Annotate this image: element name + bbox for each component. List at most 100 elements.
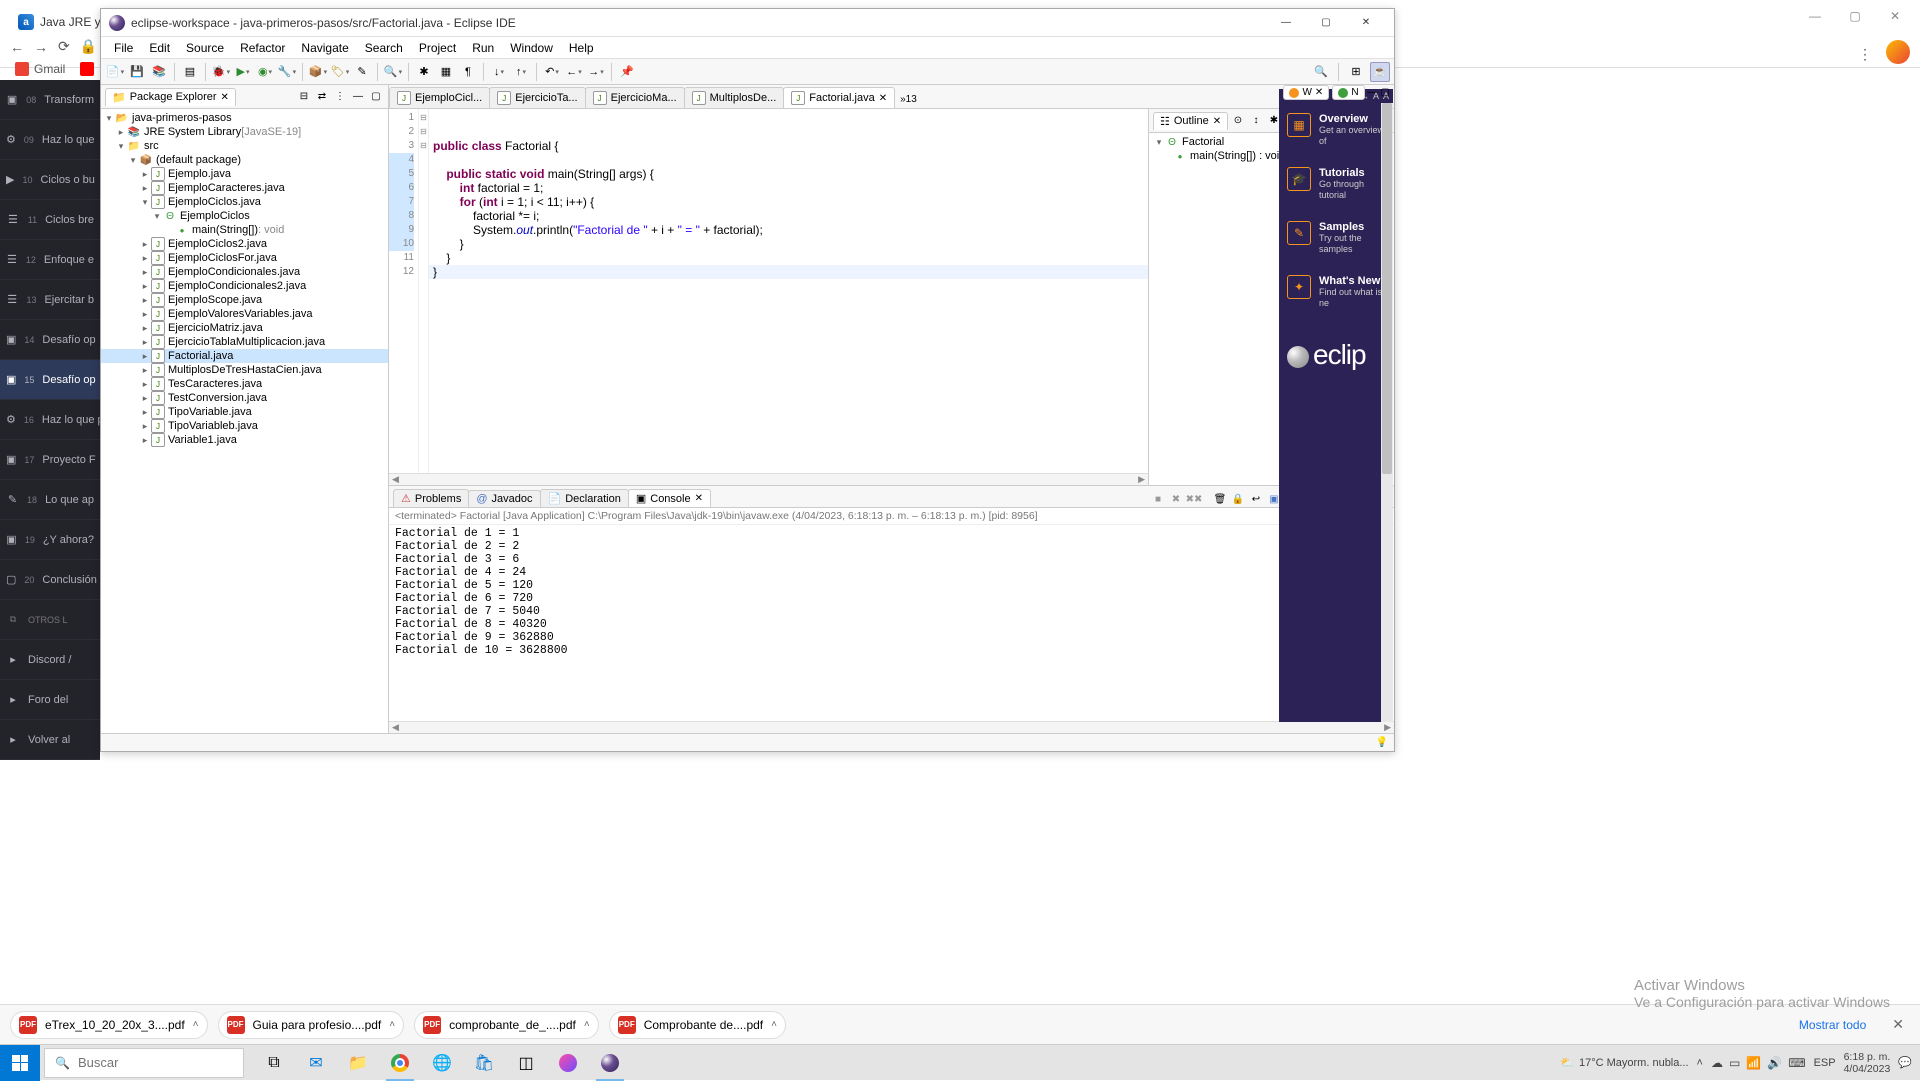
eclipse-close[interactable]: ✕ [1346,11,1386,35]
course-item[interactable]: ▣19¿Y ahora? [0,520,100,560]
ext-tools-button[interactable]: 🔧 [277,62,297,82]
problems-tab[interactable]: ⚠Problems [393,489,469,507]
remove-launch-icon[interactable]: ✖ [1168,491,1184,507]
coverage-button[interactable]: ◉ [255,62,275,82]
tip-icon[interactable]: 💡 [1376,737,1388,748]
run-button[interactable]: ▶ [233,62,253,82]
copilot-icon[interactable] [548,1045,588,1081]
close-icon[interactable]: ✕ [695,493,703,504]
chrome-app-icon[interactable] [380,1045,420,1081]
editor-tab[interactable]: EjercicioMa... [585,87,685,108]
chevron-up-icon[interactable]: ˄ [771,1019,777,1030]
course-item[interactable]: ☰12Enfoque e [0,240,100,280]
tree-node[interactable]: ▸Ejemplo.java [101,167,388,181]
start-button[interactable] [0,1045,40,1081]
sort-icon[interactable]: ↕ [1248,113,1264,129]
browser-minimize[interactable]: — [1795,2,1835,30]
editor-tab[interactable]: EjemploCicl... [389,87,490,108]
new-pkg-button[interactable]: 📦 [308,62,328,82]
powertoys-icon[interactable]: ◫ [506,1045,546,1081]
tree-node[interactable]: ▸TipoVariable.java [101,405,388,419]
course-item[interactable]: ✎18Lo que ap [0,480,100,520]
tree-node[interactable]: ▸EjercicioTablaMultiplicacion.java [101,335,388,349]
chevron-up-icon[interactable]: ˄ [389,1019,395,1030]
tree-node[interactable]: ▸EjemploCondicionales2.java [101,279,388,293]
outline-tab[interactable]: ☷ Outline ✕ [1153,112,1228,130]
maximize-view-icon[interactable]: ▢ [368,89,384,105]
tree-node[interactable]: ▸EjemploCaracteres.java [101,181,388,195]
tree-node[interactable]: ▸TipoVariableb.java [101,419,388,433]
course-item[interactable]: ▣17Proyecto F [0,440,100,480]
show-whitespace[interactable]: ¶ [458,62,478,82]
view-menu-icon[interactable]: ⋮ [332,89,348,105]
course-quick-link[interactable]: ▸Discord / [0,640,100,680]
course-item[interactable]: ▣15Desafío op [0,360,100,400]
eclipse-app-icon[interactable] [590,1045,630,1081]
nav-back-icon[interactable]: ← [10,39,24,55]
taskview-icon[interactable]: ⧉ [254,1045,294,1081]
editor-tab[interactable]: MultiplosDe... [684,87,785,108]
tree-node[interactable]: main(String[]) : void [101,223,388,237]
tree-node[interactable]: ▾ΘEjemploCiclos [101,209,388,223]
maximize-stack-icon[interactable]: ▢ [1381,87,1390,98]
menu-help[interactable]: Help [562,39,601,57]
course-item[interactable]: ☰13Ejercitar b [0,280,100,320]
tree-node[interactable]: ▾📦(default package) [101,153,388,167]
tree-node[interactable]: ▾📁src [101,139,388,153]
save-button[interactable]: 💾 [127,62,147,82]
tree-node[interactable]: ▸EjemploCiclosFor.java [101,251,388,265]
course-item[interactable]: ▶10Ciclos o bu [0,160,100,200]
toggle-block[interactable]: ▦ [436,62,456,82]
welcome-item[interactable]: ✦What's NewFind out what is ne [1279,265,1393,319]
menu-search[interactable]: Search [358,39,410,57]
close-icon[interactable]: ✕ [879,93,887,104]
menu-project[interactable]: Project [412,39,463,57]
close-icon[interactable]: ✕ [221,92,229,103]
java-perspective-icon[interactable]: ☕ [1370,62,1390,82]
tree-node[interactable]: ▸EjemploValoresVariables.java [101,307,388,321]
profile-avatar[interactable] [1886,40,1910,64]
chevron-up-icon[interactable]: ˄ [193,1019,199,1030]
word-wrap-icon[interactable]: ↩ [1248,491,1264,507]
course-quick-link[interactable]: ▸Volver al [0,720,100,760]
save-all-button[interactable]: 📚 [149,62,169,82]
download-item[interactable]: PDFcomprobante_de_....pdf˄ [414,1011,599,1039]
explorer-app-icon[interactable]: 📁 [338,1045,378,1081]
tree-node[interactable]: ▸TesCaracteres.java [101,377,388,391]
close-icon[interactable]: ✕ [1213,116,1221,127]
taskbar-search[interactable]: 🔍 [44,1048,244,1078]
editor-horizontal-scrollbar[interactable]: ◀▶ [389,473,1148,485]
tree-node[interactable]: ▸EjemploCiclos2.java [101,237,388,251]
tree-node[interactable]: ▾EjemploCiclos.java [101,195,388,209]
downloads-close[interactable]: ✕ [1886,1016,1910,1033]
tree-node[interactable]: ▸EjemploCondicionales.java [101,265,388,279]
terminate-icon[interactable]: ■ [1150,491,1166,507]
pin-button[interactable]: 📌 [617,62,637,82]
bookmark-gmail[interactable]: Gmail [15,62,65,76]
console-horizontal-scrollbar[interactable]: ◀▶ [389,721,1394,733]
taskbar-language[interactable]: ESP [1814,1057,1836,1069]
mail-app-icon[interactable]: ✉ [296,1045,336,1081]
welcome-item[interactable]: ▦OverviewGet an overview of [1279,103,1393,157]
scroll-lock-icon[interactable]: 🔒 [1230,491,1246,507]
search-button[interactable]: 🔍 [383,62,403,82]
new-type-button[interactable]: 🏷 [330,62,350,82]
javadoc-tab[interactable]: @Javadoc [468,490,540,507]
welcome-scrollbar[interactable] [1381,103,1393,722]
last-edit-button[interactable]: ↶ [542,62,562,82]
keyboard-icon[interactable]: ⌨ [1788,1056,1805,1070]
eclipse-minimize[interactable]: — [1266,11,1306,35]
editor-tab[interactable]: EjercicioTa... [489,87,585,108]
open-perspective-icon[interactable]: ⊞ [1346,62,1366,82]
browser-close[interactable]: ✕ [1875,2,1915,30]
package-explorer-tab[interactable]: 📁 Package Explorer ✕ [105,88,236,106]
taskbar-clock[interactable]: 6:18 p. m. 4/04/2023 [1844,1051,1891,1075]
downloads-show-all[interactable]: Mostrar todo [1789,1014,1876,1036]
code-editor[interactable]: 123456789101112 ⊟⊟⊟ public class Factori… [389,109,1149,485]
course-item[interactable]: ▣08Transform [0,80,100,120]
minimize-stack-icon[interactable]: — [1368,87,1378,98]
edge-app-icon[interactable]: 🌐 [422,1045,462,1081]
tray-chevron-icon[interactable]: ˄ [1697,1057,1703,1069]
new-button[interactable]: 📄 [105,62,125,82]
toggle-breadcrumb[interactable]: ▤ [180,62,200,82]
